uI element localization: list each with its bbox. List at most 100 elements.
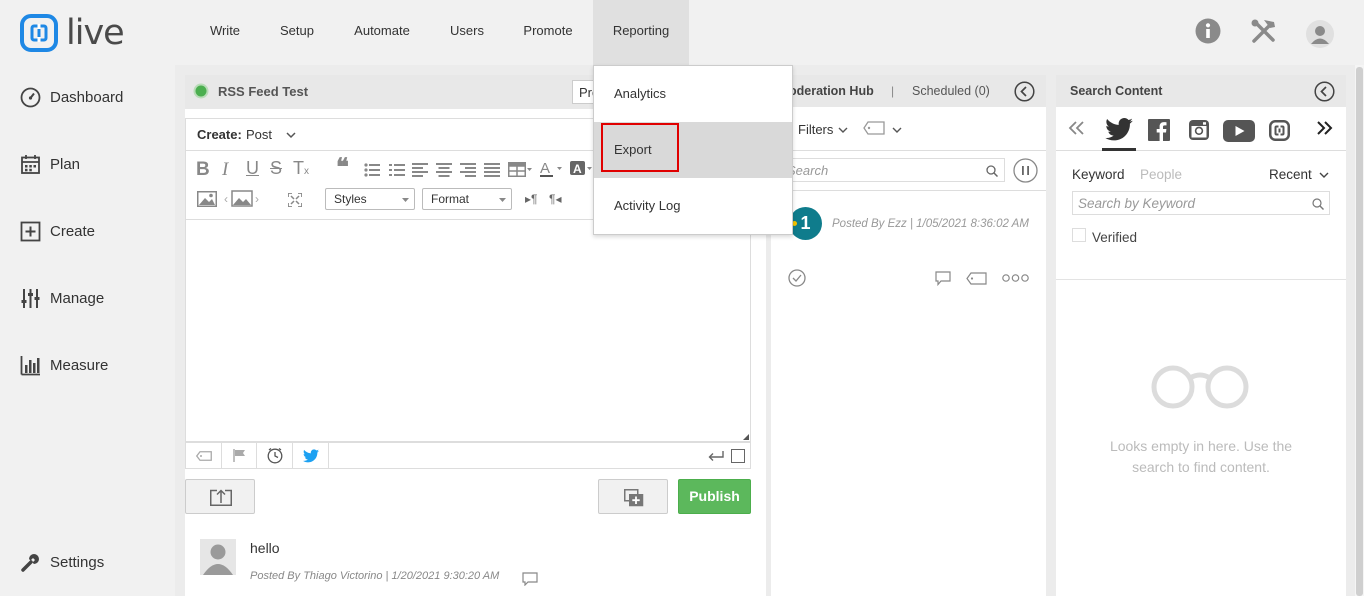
background-color-icon[interactable]: A bbox=[570, 161, 594, 177]
recent-post-text: hello bbox=[250, 540, 280, 556]
chevron-down-icon[interactable] bbox=[1319, 172, 1329, 179]
sidebar-item-settings[interactable]: Settings bbox=[20, 552, 104, 573]
filter-bar: Filters bbox=[771, 109, 1046, 151]
verified-checkbox[interactable] bbox=[1072, 228, 1086, 242]
sort-dropdown[interactable]: Recent bbox=[1269, 167, 1312, 182]
tab-moderation-hub[interactable]: oderation Hub bbox=[789, 84, 874, 98]
comment-icon[interactable] bbox=[935, 271, 951, 286]
filters-dropdown[interactable]: Filters bbox=[798, 122, 833, 137]
upload-icon bbox=[210, 488, 232, 506]
collapse-left-icon[interactable] bbox=[1314, 81, 1335, 102]
svg-text:›: › bbox=[255, 192, 259, 206]
styles-select[interactable]: Styles bbox=[325, 188, 415, 210]
sidebar-item-measure[interactable]: Measure bbox=[20, 355, 108, 376]
app-logo[interactable]: live bbox=[20, 13, 125, 53]
nav-users[interactable]: Users bbox=[437, 0, 497, 65]
schedule-button[interactable] bbox=[257, 443, 293, 468]
bullet-list-icon[interactable] bbox=[364, 163, 380, 177]
tab-keyword[interactable]: Keyword bbox=[1072, 167, 1125, 182]
menu-item-activity-log[interactable]: Activity Log bbox=[594, 178, 792, 234]
bold-icon[interactable]: B bbox=[196, 159, 210, 181]
sidebar: Dashboard Plan Create Manage Measure Set… bbox=[0, 65, 175, 596]
enter-key-icon[interactable] bbox=[708, 451, 724, 462]
add-to-queue-button[interactable] bbox=[598, 479, 668, 514]
keyword-search-input[interactable]: Search by Keyword bbox=[1072, 191, 1330, 215]
info-icon[interactable] bbox=[1195, 18, 1221, 44]
nav-write[interactable]: Write bbox=[195, 0, 255, 65]
double-chevron-right-icon[interactable] bbox=[1317, 121, 1333, 135]
format-select[interactable]: Format bbox=[422, 188, 512, 210]
create-type-value[interactable]: Post bbox=[246, 127, 272, 142]
styles-select-label: Styles bbox=[334, 192, 367, 206]
align-left-icon[interactable] bbox=[412, 163, 428, 177]
chevron-down-icon[interactable] bbox=[838, 127, 848, 134]
tools-icon[interactable] bbox=[1250, 18, 1277, 45]
sidebar-item-dashboard[interactable]: Dashboard bbox=[20, 87, 123, 108]
binoculars-icon bbox=[1151, 365, 1249, 409]
network-tabs bbox=[1056, 109, 1346, 151]
fullscreen-icon[interactable] bbox=[288, 193, 302, 207]
tag-button[interactable] bbox=[186, 443, 222, 468]
user-avatar-icon[interactable] bbox=[1306, 20, 1334, 48]
publish-button[interactable]: Publish bbox=[678, 479, 751, 514]
table-icon[interactable] bbox=[508, 162, 532, 177]
menu-item-analytics[interactable]: Analytics bbox=[594, 66, 792, 122]
facebook-icon[interactable] bbox=[1148, 119, 1170, 141]
nav-setup[interactable]: Setup bbox=[267, 0, 327, 65]
rss-source-icon[interactable] bbox=[1269, 120, 1290, 141]
plus-square-icon bbox=[20, 221, 41, 242]
flag-icon bbox=[233, 449, 245, 462]
sidebar-item-create[interactable]: Create bbox=[20, 221, 95, 242]
blockquote-icon[interactable]: ❝ bbox=[336, 156, 349, 180]
twitter-network-button[interactable] bbox=[293, 443, 329, 468]
tag-icon bbox=[196, 451, 212, 461]
image-icon[interactable] bbox=[197, 191, 217, 207]
tag-icon[interactable] bbox=[966, 272, 987, 285]
clear-format-icon[interactable]: Tx bbox=[293, 158, 309, 179]
export-highlight-box bbox=[601, 123, 679, 172]
strikethrough-icon[interactable]: S bbox=[270, 158, 282, 179]
editor-textarea[interactable] bbox=[185, 220, 751, 442]
numbered-list-icon[interactable] bbox=[389, 163, 405, 177]
align-center-icon[interactable] bbox=[436, 163, 452, 177]
nav-reporting[interactable]: Reporting bbox=[593, 0, 689, 65]
sidebar-item-label: Settings bbox=[50, 554, 105, 571]
resize-handle-icon[interactable] bbox=[743, 434, 749, 440]
more-options-icon[interactable] bbox=[1002, 274, 1029, 282]
italic-icon[interactable]: I bbox=[222, 159, 228, 181]
nav-automate[interactable]: Automate bbox=[344, 0, 420, 65]
sidebar-item-plan[interactable]: Plan bbox=[20, 154, 80, 175]
text-color-icon[interactable]: A bbox=[540, 160, 564, 178]
page-scrollbar[interactable] bbox=[1355, 65, 1364, 596]
rtl-icon[interactable]: ¶◂ bbox=[549, 192, 561, 206]
comment-icon[interactable] bbox=[522, 572, 538, 586]
upload-button[interactable] bbox=[185, 479, 255, 514]
underline-icon[interactable]: U bbox=[246, 158, 259, 179]
enter-to-send-checkbox[interactable] bbox=[731, 449, 745, 463]
align-right-icon[interactable] bbox=[460, 163, 476, 177]
align-justify-icon[interactable] bbox=[484, 163, 500, 177]
instagram-icon[interactable] bbox=[1188, 119, 1210, 141]
chevron-down-icon[interactable] bbox=[286, 132, 296, 139]
pause-icon[interactable] bbox=[1013, 158, 1038, 183]
tab-people[interactable]: People bbox=[1140, 167, 1182, 182]
logo-text: live bbox=[66, 13, 125, 53]
double-chevron-left-icon[interactable] bbox=[1068, 121, 1084, 135]
embed-image-icon[interactable]: ‹ › bbox=[224, 190, 264, 208]
tab-scheduled[interactable]: Scheduled (0) bbox=[912, 84, 990, 98]
logo-icon bbox=[20, 14, 58, 52]
svg-text:‹: ‹ bbox=[224, 192, 228, 206]
scrollbar-thumb[interactable] bbox=[1356, 67, 1363, 596]
divider bbox=[1056, 279, 1346, 280]
youtube-icon[interactable] bbox=[1223, 120, 1255, 142]
nav-promote[interactable]: Promote bbox=[513, 0, 583, 65]
chevron-down-icon[interactable] bbox=[892, 127, 902, 134]
flag-button[interactable] bbox=[222, 443, 257, 468]
tag-filter-icon[interactable] bbox=[863, 121, 885, 135]
tab-twitter[interactable] bbox=[1102, 109, 1136, 151]
sidebar-item-manage[interactable]: Manage bbox=[20, 288, 104, 309]
ltr-icon[interactable]: ▸¶ bbox=[525, 192, 537, 206]
check-circle-icon[interactable] bbox=[788, 269, 806, 287]
moderation-search-input[interactable]: Search bbox=[783, 158, 1005, 182]
collapse-left-icon[interactable] bbox=[1014, 81, 1035, 102]
